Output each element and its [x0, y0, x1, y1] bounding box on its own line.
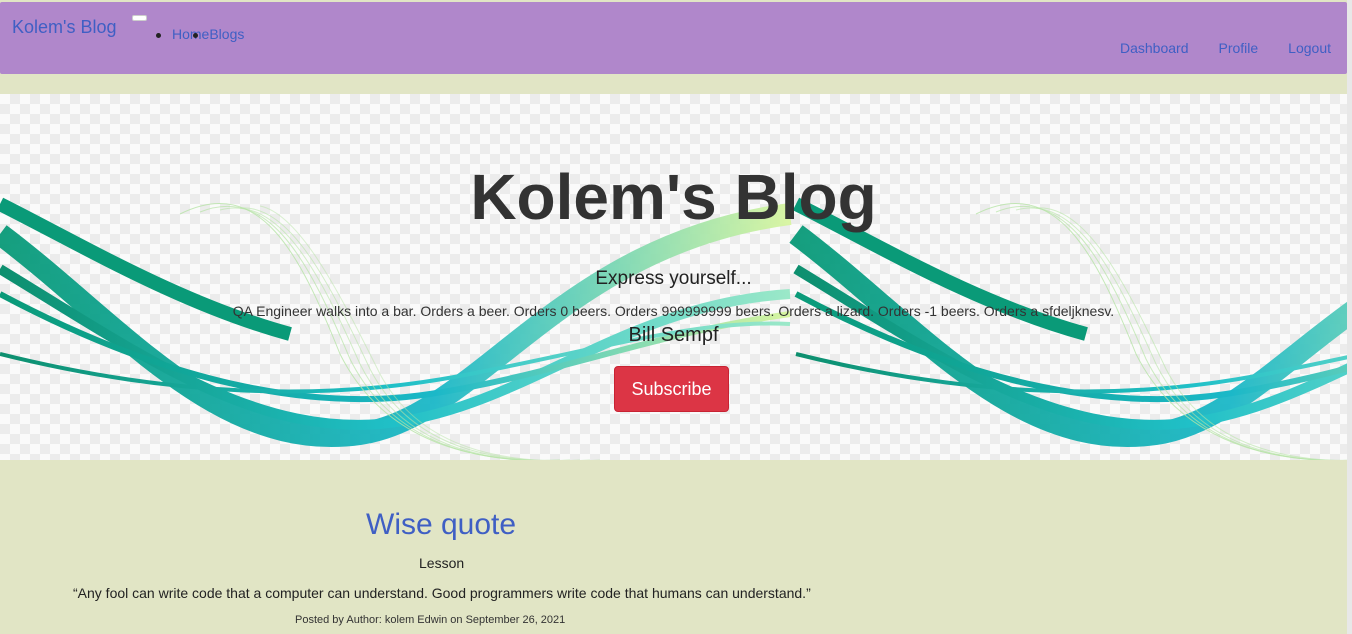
post-category: Lesson — [419, 555, 465, 571]
hero-title: Kolem's Blog — [470, 161, 877, 233]
nav-home-blogs-links[interactable]: HomeBlogs — [172, 26, 244, 42]
subscribe-button[interactable]: Subscribe — [614, 366, 729, 412]
nav-dashboard-link[interactable]: Dashboard — [1120, 40, 1189, 56]
hero-banner: Kolem's Blog Express yourself... QA Engi… — [0, 94, 1347, 460]
hero-quote-author: Bill Sempf — [628, 324, 719, 346]
post-excerpt: “Any fool can write code that a computer… — [73, 585, 811, 601]
list-bullet-icon — [156, 33, 161, 38]
brand-link[interactable]: Kolem's Blog — [12, 17, 116, 38]
list-bullet-icon — [193, 33, 198, 38]
post-meta: Posted by Author: kolem Edwin on Septemb… — [295, 614, 566, 626]
nav-profile-link[interactable]: Profile — [1218, 40, 1258, 56]
post-title-link[interactable]: Wise quote — [366, 508, 516, 542]
nav-right-links: Dashboard Profile Logout — [1120, 40, 1331, 56]
page-scrollbar[interactable] — [1347, 0, 1352, 634]
nav-logout-link[interactable]: Logout — [1288, 40, 1331, 56]
navbar-toggler[interactable] — [132, 15, 147, 21]
hero-quote: QA Engineer walks into a bar. Orders a b… — [232, 303, 1115, 319]
navbar: Kolem's Blog HomeBlogs Dashboard Profile… — [0, 2, 1347, 74]
hero-subtitle: Express yourself... — [595, 268, 752, 289]
